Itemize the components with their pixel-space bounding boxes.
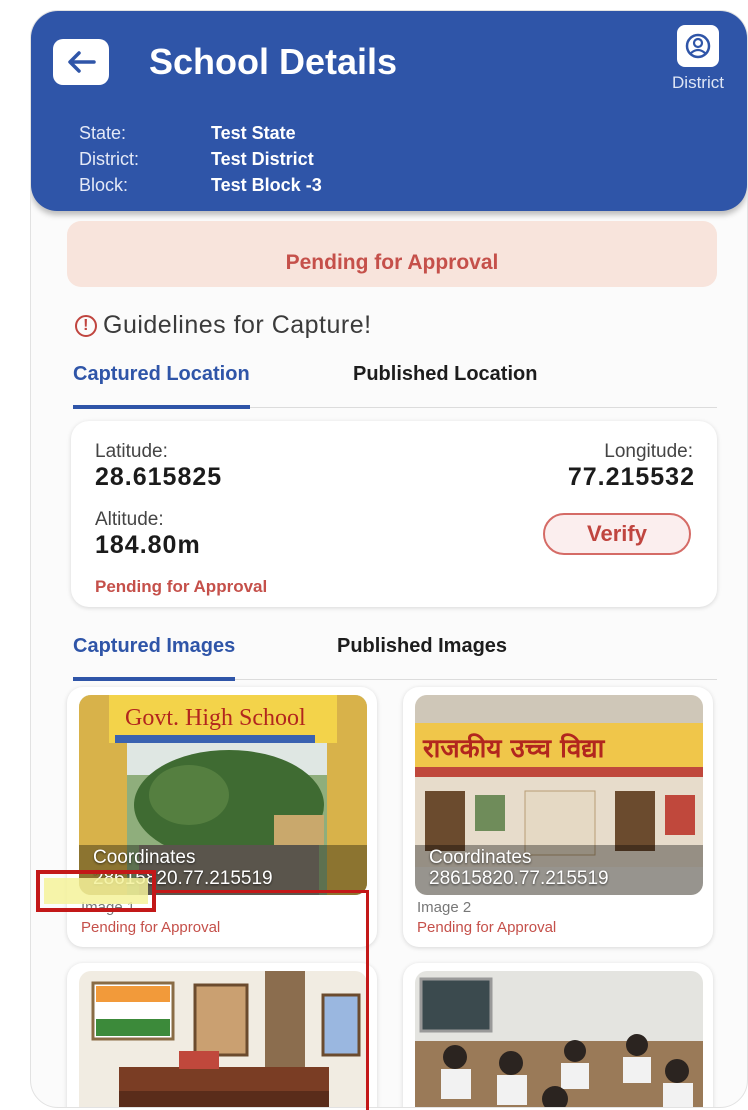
coord-label-1: Coordinates <box>93 847 196 868</box>
state-value: Test State <box>211 123 296 143</box>
classroom-photo-4-art <box>415 971 703 1107</box>
highlight-fill <box>44 878 148 904</box>
altitude-label: Altitude: <box>95 509 164 530</box>
school-photo-1: Govt. High School Coordinates 28615820.7… <box>79 695 367 895</box>
office-photo-3 <box>79 971 367 1107</box>
image-card-3[interactable] <box>67 963 377 1107</box>
coord-value-2: 28615820.77.215519 <box>429 868 609 889</box>
tab-captured-location[interactable]: Captured Location <box>73 363 250 409</box>
phone-screen: School Details District State: Test Stat… <box>30 10 748 1108</box>
image-card-4[interactable] <box>403 963 713 1107</box>
latitude-value: 28.615825 <box>95 463 223 491</box>
verify-button[interactable]: Verify <box>543 513 691 555</box>
highlight-connector-vertical <box>366 890 369 1110</box>
district-field-label: District: <box>79 149 139 169</box>
image-status-2: Pending for Approval <box>417 919 557 936</box>
longitude-value: 77.215532 <box>567 463 695 491</box>
location-tabs: Captured Location Published Location <box>73 363 717 409</box>
block-value: Test Block -3 <box>211 175 322 195</box>
guidelines-link[interactable]: ! Guidelines for Capture! <box>75 311 372 340</box>
location-card: Latitude: 28.615825 Longitude: 77.215532… <box>71 421 717 607</box>
location-status: Pending for Approval <box>95 577 268 596</box>
longitude-label: Longitude: <box>604 441 693 462</box>
image-status-1: Pending for Approval <box>81 919 221 936</box>
school-sign-text-2: राजकीय उच्च विद्या <box>422 733 606 764</box>
status-banner: Pending for Approval <box>67 221 717 287</box>
latitude-label: Latitude: <box>95 441 168 462</box>
district-profile-button[interactable]: District <box>653 21 743 101</box>
highlight-connector-horizontal <box>156 890 368 893</box>
back-button[interactable] <box>53 39 109 85</box>
image-name-2: Image 2 <box>417 899 472 916</box>
tab-published-location[interactable]: Published Location <box>353 363 537 405</box>
image-tabs: Captured Images Published Images <box>73 635 717 681</box>
block-row: Block: Test Block -3 <box>79 175 322 196</box>
arrow-left-icon <box>68 51 96 73</box>
image-2-coordinates: Coordinates 28615820.77.215519 <box>429 847 609 889</box>
page-title: School Details <box>149 41 398 82</box>
office-photo-3-art <box>79 971 367 1107</box>
district-row: District: Test District <box>79 149 314 170</box>
guidelines-text: Guidelines for Capture! <box>103 311 372 339</box>
highlight-box <box>36 870 156 912</box>
coord-label-2: Coordinates <box>429 847 532 868</box>
district-value: Test District <box>211 149 314 169</box>
tab-captured-images[interactable]: Captured Images <box>73 635 236 681</box>
state-row: State: Test State <box>79 123 296 144</box>
tab-published-images[interactable]: Published Images <box>337 635 507 677</box>
classroom-photo-4 <box>415 971 703 1107</box>
state-label: State: <box>79 123 127 143</box>
user-circle-icon <box>677 25 719 67</box>
block-label: Block: <box>79 175 129 195</box>
altitude-value: 184.80m <box>95 531 201 559</box>
school-photo-2: राजकीय उच्च विद्या Coordinates 28615820.… <box>415 695 703 895</box>
info-alert-icon: ! <box>75 314 97 337</box>
school-sign-text-1: Govt. High School <box>125 705 306 731</box>
app-header: School Details District State: Test Stat… <box>31 11 747 211</box>
district-label: District <box>672 73 724 92</box>
image-card-2[interactable]: राजकीय उच्च विद्या Coordinates 28615820.… <box>403 687 713 947</box>
